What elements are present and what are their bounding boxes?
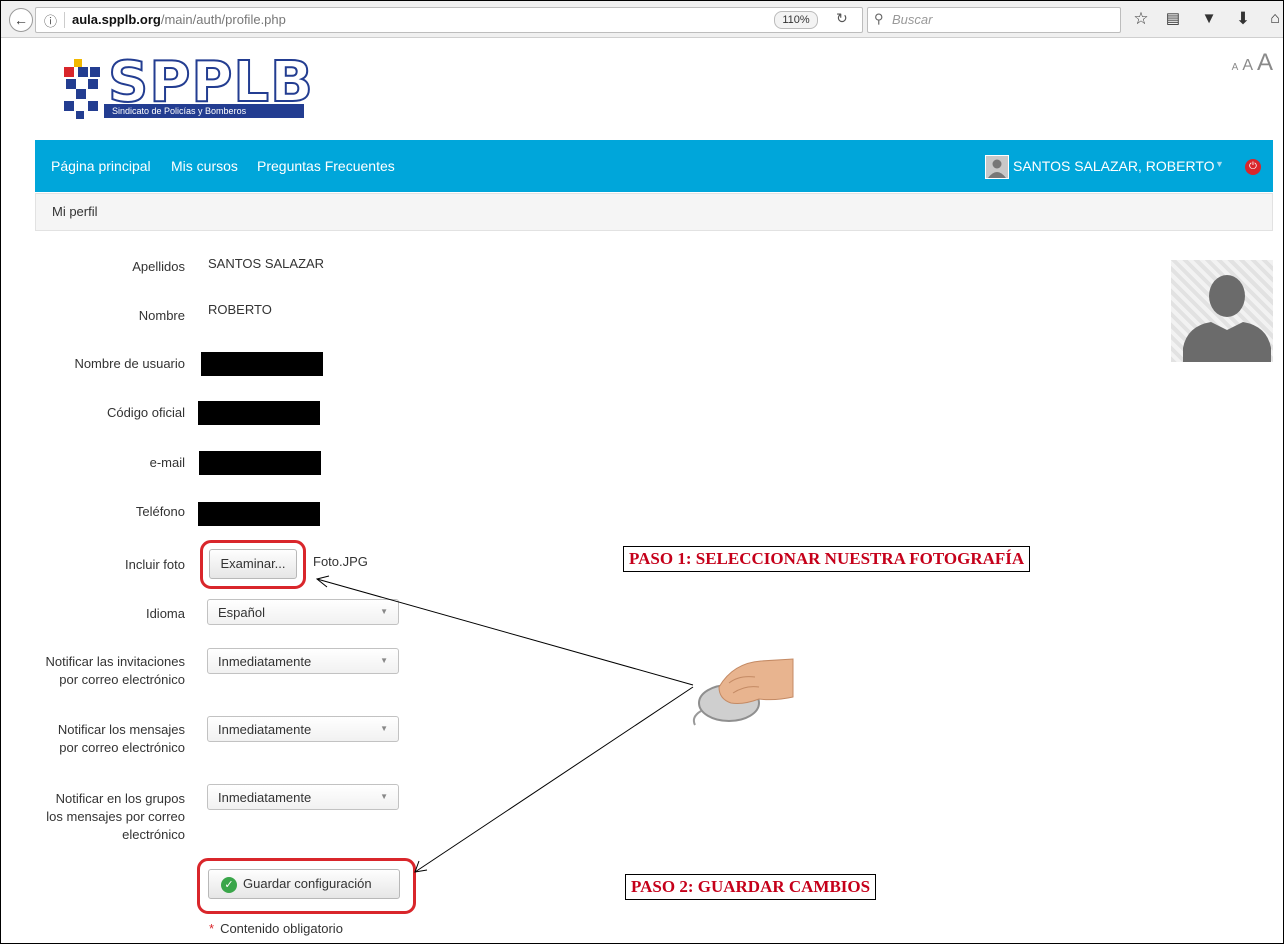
user-silhouette-icon <box>1183 275 1271 362</box>
notif-grp-selected-value: Inmediatamente <box>218 790 312 805</box>
font-size-controls: AAA <box>1232 49 1273 77</box>
zoom-level[interactable]: 110% <box>774 11 818 29</box>
foto-label: Incluir foto <box>125 557 185 572</box>
save-settings-button[interactable]: ✓ Guardar configuración <box>208 869 400 899</box>
browse-file-button[interactable]: Examinar... <box>209 549 297 579</box>
user-silhouette-icon <box>988 159 1006 178</box>
browser-toolbar: ← ⓘ aula.spplb.org/main/auth/profile.php… <box>1 1 1283 38</box>
required-note-text: Contenido obligatorio <box>220 921 343 936</box>
pocket-icon[interactable]: ▼ <box>1199 9 1219 29</box>
step2-callout: PASO 2: GUARDAR CAMBIOS <box>625 874 877 900</box>
download-icon[interactable]: ⬇ <box>1233 9 1253 29</box>
checkmark-icon: ✓ <box>221 877 237 893</box>
idioma-select[interactable]: Español ▼ <box>207 599 399 625</box>
chevron-down-icon: ▼ <box>380 607 388 616</box>
info-icon[interactable]: ⓘ <box>44 11 57 30</box>
breadcrumb-current: Mi perfil <box>52 204 98 219</box>
step1-callout: PASO 1: SELECCIONAR NUESTRA FOTOGRAFÍA <box>623 546 1031 572</box>
font-size-small-button[interactable]: A <box>1232 62 1239 73</box>
notif-msg-selected-value: Inmediatamente <box>218 722 312 737</box>
codigo-label: Código oficial <box>106 405 185 420</box>
apellidos-value: SANTOS SALAZAR <box>208 256 325 271</box>
notif-grupos-select[interactable]: Inmediatamente ▼ <box>207 784 399 810</box>
arrowhead-save <box>414 860 428 873</box>
email-label: e-mail <box>149 455 185 470</box>
url-host: aula.spplb.org <box>72 12 161 27</box>
user-menu-caret-icon[interactable]: ▼ <box>1215 159 1224 169</box>
nav-item-my-courses[interactable]: Mis cursos <box>171 158 238 174</box>
logout-power-icon[interactable]: ⏻ <box>1245 159 1261 175</box>
chevron-down-icon: ▼ <box>380 792 388 801</box>
required-note: * Contenido obligatorio <box>209 921 343 936</box>
email-redaction <box>199 451 321 475</box>
required-asterisk: * <box>209 921 215 936</box>
notif-invit-label-line1: Notificar las invitaciones <box>45 654 185 669</box>
notif-invitaciones-select[interactable]: Inmediatamente ▼ <box>207 648 399 674</box>
nombre-label: Nombre <box>138 308 185 323</box>
notif-invit-selected-value: Inmediatamente <box>218 654 312 669</box>
notif-mensajes-select[interactable]: Inmediatamente ▼ <box>207 716 399 742</box>
notif-grp-label-line3: electrónico <box>122 827 185 842</box>
chevron-down-icon: ▼ <box>380 656 388 665</box>
url-text[interactable]: aula.spplb.org/main/auth/profile.php <box>72 12 286 27</box>
notif-msg-label-line1: Notificar los mensajes <box>57 722 185 737</box>
notif-grp-label-line2: los mensajes por correo <box>46 809 185 824</box>
apellidos-label: Apellidos <box>132 259 185 274</box>
address-bar[interactable]: ⓘ aula.spplb.org/main/auth/profile.php 1… <box>35 7 863 33</box>
site-logo[interactable]: SPPLB Sindicato de Policías y Bomberos <box>64 49 314 122</box>
breadcrumb: Mi perfil <box>35 193 1273 231</box>
main-navbar: Página principal Mis cursos Preguntas Fr… <box>35 140 1273 192</box>
arrow-to-save <box>414 686 694 873</box>
back-arrow-icon[interactable]: ← <box>9 8 33 32</box>
username-redaction <box>201 352 323 376</box>
idioma-selected-value: Español <box>218 605 265 620</box>
bookmark-star-icon[interactable]: ☆ <box>1131 9 1151 29</box>
browser-search-box[interactable]: ⚲ Buscar <box>867 7 1121 33</box>
usuario-label: Nombre de usuario <box>74 356 185 371</box>
selected-file-name: Foto.JPG <box>313 554 368 569</box>
telefono-label: Teléfono <box>135 504 185 519</box>
reading-list-icon[interactable]: ▤ <box>1163 9 1183 29</box>
logo-squares-icon <box>64 59 100 119</box>
save-settings-label: Guardar configuración <box>243 876 372 891</box>
notif-grp-label-line1: Notificar en los grupos <box>55 791 185 806</box>
user-avatar[interactable] <box>985 155 1009 179</box>
idioma-label: Idioma <box>145 606 185 621</box>
home-icon[interactable]: ⌂ <box>1265 9 1283 29</box>
user-menu-name[interactable]: SANTOS SALAZAR, ROBERTO <box>1013 158 1215 174</box>
nav-item-home[interactable]: Página principal <box>51 158 151 174</box>
nombre-value: ROBERTO <box>208 302 272 317</box>
notif-msg-label-line2: por correo electrónico <box>59 740 185 755</box>
font-size-large-button[interactable]: A <box>1257 49 1273 76</box>
search-placeholder: Buscar <box>892 12 933 27</box>
logo-subtitle: Sindicato de Policías y Bomberos <box>104 104 304 118</box>
mouse-hand-icon <box>692 658 794 726</box>
screenshot-frame: ← ⓘ aula.spplb.org/main/auth/profile.php… <box>0 0 1284 944</box>
nav-item-faq[interactable]: Preguntas Frecuentes <box>257 158 395 174</box>
notif-invit-label-line2: por correo electrónico <box>59 672 185 687</box>
codigo-redaction <box>198 401 320 425</box>
reload-icon[interactable]: ↻ <box>836 10 848 27</box>
magnifier-icon: ⚲ <box>874 11 884 26</box>
url-path: /main/auth/profile.php <box>160 12 286 27</box>
url-divider <box>64 12 65 28</box>
font-size-medium-button[interactable]: A <box>1242 57 1253 74</box>
chevron-down-icon: ▼ <box>380 724 388 733</box>
arrowhead-examinar <box>315 575 330 588</box>
telefono-redaction <box>198 502 320 526</box>
profile-photo <box>1171 260 1273 362</box>
